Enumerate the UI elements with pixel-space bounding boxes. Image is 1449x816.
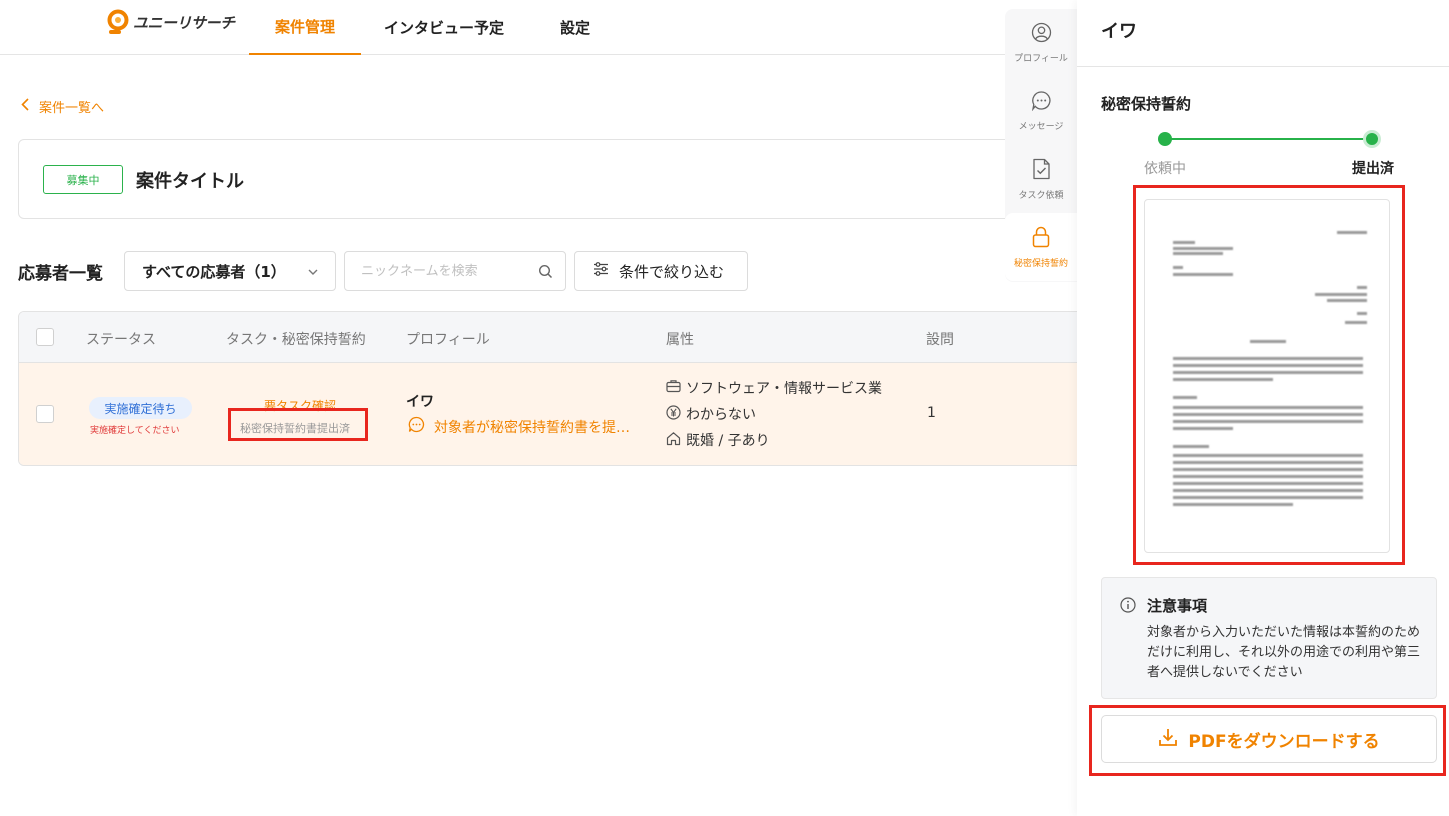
logo-mark-icon [107,8,129,36]
step-requested-label: 依頼中 [1144,161,1186,177]
latest-message[interactable]: 対象者が秘密保持誓約書を提… [408,416,638,437]
info-icon [1120,597,1136,617]
row-checkbox[interactable] [36,405,54,423]
rail-item-task[interactable]: タスク依頼 [1005,145,1077,213]
search-icon[interactable] [538,264,553,283]
attribute-family: 既婚 / 子あり [666,430,770,450]
attribute-family-text: 既婚 / 子あり [686,433,770,449]
panel-title: イワ [1101,21,1137,42]
column-attributes: 属性 [666,332,694,348]
sliders-icon [593,262,609,280]
detail-side-rail: プロフィール メッセージ タスク依頼 秘密保持誓約 [1005,9,1077,282]
tab-project-management[interactable]: 案件管理 [249,0,361,55]
column-questions: 設問 [926,332,954,348]
rail-item-profile[interactable]: プロフィール [1005,9,1077,77]
tab-settings[interactable]: 設定 [560,0,590,55]
project-title: 案件タイトル [136,171,244,192]
filter-conditions-button[interactable]: 条件で絞り込む [574,251,748,291]
question-count: 1 [927,405,936,421]
step-submitted-label: 提出済 [1352,161,1394,177]
nickname-search-input[interactable] [361,261,531,281]
logo[interactable]: ユニーリサーチ [107,8,235,36]
attribute-industry: ソフトウェア・情報サービス業 [666,378,882,398]
rail-item-nda-label: 秘密保持誓約 [1013,258,1068,269]
attribute-income-text: わからない [686,407,756,423]
column-profile: プロフィール [406,332,490,348]
notice-box: 注意事項 対象者から入力いただいた情報は本誓約のためだけに利用し、それ以外の用途… [1101,577,1437,699]
attribute-income: わからない [666,404,756,424]
recruiting-status-badge: 募集中 [43,165,123,194]
nickname-search [344,251,566,291]
status-badge: 実施確定待ち [89,397,192,419]
notice-title: 注意事項 [1147,597,1208,615]
notice-body: 対象者から入力いただいた情報は本誓約のためだけに利用し、それ以外の用途での利用や… [1147,625,1421,680]
table-header: ステータス タスク・秘密保持誓約 プロフィール 属性 設問 [19,312,1117,363]
column-task-nda: タスク・秘密保持誓約 [226,332,366,348]
page: ユニーリサーチ 案件管理 インタビュー予定 設定 案件一覧へ 募集中 案件タイト… [0,0,1449,816]
top-header: ユニーリサーチ 案件管理 インタビュー予定 設定 [0,0,1077,55]
message-icon [1031,90,1052,114]
select-all-checkbox[interactable] [36,328,54,346]
nda-heading: 秘密保持誓約 [1101,95,1192,113]
briefcase-icon [666,379,681,397]
step-progress-line [1165,138,1373,140]
home-icon [666,431,681,450]
column-status: ステータス [86,332,156,348]
applicant-filter-value: すべての応募者（1） [142,262,286,281]
latest-message-text: 対象者が秘密保持誓約書を提… [434,419,630,436]
tab-interview-schedule[interactable]: インタビュー予定 [384,0,504,55]
project-card: 募集中 案件タイトル [18,139,1118,219]
rail-item-profile-label: プロフィール [1014,54,1068,64]
rail-item-messages[interactable]: メッセージ [1005,77,1077,145]
rail-item-task-label: タスク依頼 [1018,190,1064,201]
download-button-highlight [1089,705,1446,776]
document-preview-highlight [1133,185,1405,565]
logo-text: ユニーリサーチ [133,13,235,32]
nda-status-highlight [228,408,368,441]
attribute-industry-text: ソフトウェア・情報サービス業 [686,381,882,397]
applicant-filter-select[interactable]: すべての応募者（1） [124,251,336,291]
filter-button-label: 条件で絞り込む [619,262,725,281]
lock-icon [1032,226,1050,251]
status-subtext: 実施確定してください [90,426,180,436]
back-to-project-list-link[interactable]: 案件一覧へ [21,97,104,116]
rail-item-nda[interactable]: 秘密保持誓約 [1005,213,1077,281]
step-submitted-dot [1363,130,1381,148]
step-requested-dot [1158,132,1172,146]
panel-header: イワ [1077,0,1449,67]
yen-icon [666,404,681,424]
person-icon [1031,22,1052,46]
chat-bubble-icon [408,416,425,437]
chevron-left-icon [21,98,29,115]
table-row[interactable]: 実施確定待ち 実施確定してください 要タスク確認 秘密保持誓約書提出済 イワ 対… [19,363,1117,465]
chevron-down-icon [307,264,319,282]
task-icon [1032,158,1051,183]
rail-item-messages-label: メッセージ [1018,122,1064,132]
back-link-label: 案件一覧へ [39,101,105,116]
applicant-table: ステータス タスク・秘密保持誓約 プロフィール 属性 設問 実施確定待ち 実施確… [18,311,1118,466]
applicant-list-title: 応募者一覧 [18,264,103,284]
applicant-name: イワ [406,394,434,410]
